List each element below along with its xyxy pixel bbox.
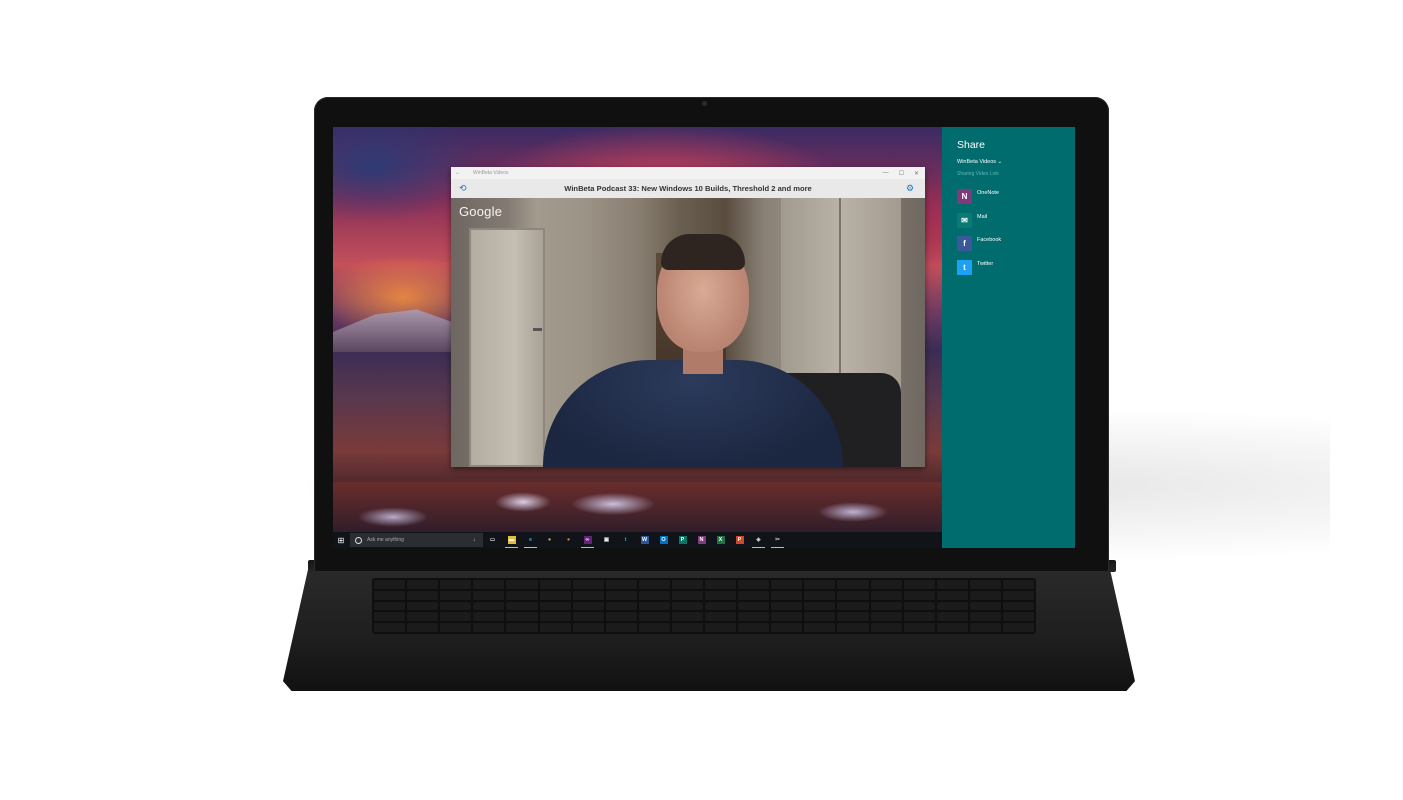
outlook-icon[interactable]: O xyxy=(654,532,673,548)
google-watermark: Google xyxy=(459,204,503,219)
task-view-icon[interactable]: ▭ xyxy=(483,532,502,548)
cortana-search-box[interactable]: Ask me anything ♩ xyxy=(350,533,483,547)
app-header: ⟲ WinBeta Podcast 33: New Windows 10 Bui… xyxy=(451,179,925,199)
minimize-icon[interactable]: — xyxy=(883,170,889,177)
edge-icon[interactable]: e xyxy=(521,532,540,548)
share-target-label: OneNote xyxy=(977,190,1000,196)
visual-studio-icon[interactable]: ∞ xyxy=(578,532,597,548)
share-title: Share xyxy=(957,139,986,151)
cortana-icon xyxy=(355,536,362,544)
window-controls: — ☐ ✕ xyxy=(883,170,919,177)
camera-icon xyxy=(702,101,707,106)
onenote-icon: N xyxy=(957,189,972,204)
share-target-twitter[interactable]: t Twitter xyxy=(957,259,1067,278)
share-pane: Share WinBeta Videos ⌄ Sharing Video Lin… xyxy=(942,127,1075,548)
share-target-label: Twitter xyxy=(977,260,994,267)
video-door xyxy=(469,228,545,467)
word-icon[interactable]: W xyxy=(635,532,654,548)
winbeta-videos-window: ← WinBeta Videos — ☐ ✕ ⟲ WinBeta Podcast… xyxy=(451,167,925,467)
mail-icon: ✉ xyxy=(957,212,972,228)
person-hair xyxy=(661,234,745,270)
chrome-icon[interactable]: ● xyxy=(540,532,559,548)
window-titlebar[interactable]: ← WinBeta Videos — ☐ ✕ xyxy=(451,167,925,179)
firefox-icon[interactable]: ● xyxy=(559,532,578,548)
powerpoint-icon[interactable]: P xyxy=(730,532,749,548)
publisher-icon[interactable]: P xyxy=(673,532,692,548)
share-target-facebook[interactable]: f Facebook xyxy=(957,236,1067,254)
wallpaper-rocks xyxy=(333,482,942,537)
taskbar-apps: ▭ ▬ e ● ● ∞ ▣ t W O P N X P ◈ ✂ xyxy=(483,532,787,548)
repeat-icon[interactable]: ⟲ xyxy=(459,183,473,194)
video-title: WinBeta Podcast 33: New Windows 10 Build… xyxy=(564,184,812,193)
facebook-icon: f xyxy=(957,236,972,251)
keyboard xyxy=(372,578,1036,634)
microphone-icon[interactable]: ♩ xyxy=(473,537,479,543)
onenote-app-icon[interactable]: N xyxy=(692,532,711,548)
file-explorer-icon[interactable]: ▬ xyxy=(502,532,521,548)
winbeta-icon[interactable]: ◈ xyxy=(749,532,768,548)
share-target-mail[interactable]: ✉ Mail xyxy=(957,212,1067,231)
snipping-tool-icon[interactable]: ✂ xyxy=(768,532,787,548)
twitter-app-icon[interactable]: t xyxy=(616,532,635,548)
start-button[interactable]: ⊞ xyxy=(333,532,349,548)
share-target-onenote[interactable]: N OneNote xyxy=(957,189,1067,207)
taskbar: ⊞ Ask me anything ♩ ▭ ▬ e ● ● ∞ ▣ t W O P N X P ◈ ✂ xyxy=(333,532,942,548)
settings-icon[interactable]: ⚙ xyxy=(903,183,917,194)
excel-icon[interactable]: X xyxy=(711,532,730,548)
search-placeholder: Ask me anything xyxy=(367,537,404,543)
window-title: WinBeta Videos xyxy=(473,170,509,176)
screen: ← WinBeta Videos — ☐ ✕ ⟲ WinBeta Podcast… xyxy=(333,127,1075,548)
twitter-icon: t xyxy=(957,259,972,275)
share-source-app[interactable]: WinBeta Videos ⌄ xyxy=(957,159,1002,165)
share-target-label: Mail xyxy=(977,213,988,220)
video-player[interactable]: Google xyxy=(451,198,925,467)
close-icon[interactable]: ✕ xyxy=(914,170,919,177)
maximize-icon[interactable]: ☐ xyxy=(899,170,904,177)
back-arrow-icon[interactable]: ← xyxy=(455,170,465,176)
share-subtitle: Sharing Video Link xyxy=(957,171,999,177)
store-icon[interactable]: ▣ xyxy=(597,532,616,548)
share-target-label: Facebook xyxy=(977,237,1002,243)
